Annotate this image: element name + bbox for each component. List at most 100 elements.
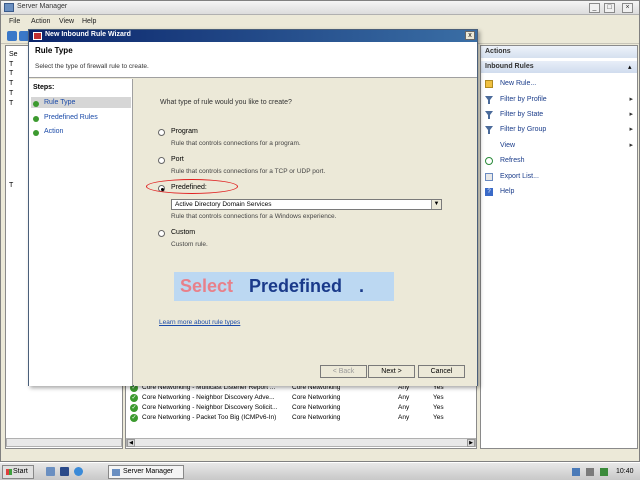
wizard-close-button[interactable]: x [465, 31, 475, 40]
menu-file[interactable]: File [9, 18, 20, 25]
server-manager-icon [4, 3, 14, 12]
highlight-annotation [146, 179, 238, 194]
rule-group: Core Networking [292, 394, 341, 401]
back-arrow-icon[interactable] [7, 31, 17, 41]
action-new-rule[interactable]: New Rule... [485, 79, 635, 90]
action-view[interactable]: View ▸ [485, 141, 635, 152]
option-program-label[interactable]: Program [171, 128, 198, 135]
chevron-down-icon[interactable]: ▼ [431, 200, 441, 209]
menu-help[interactable]: Help [82, 18, 96, 25]
rule-enabled: Yes [433, 414, 444, 421]
option-port-label[interactable]: Port [171, 156, 184, 163]
back-button[interactable]: < Back [320, 365, 367, 378]
enabled-check-icon: ✓ [130, 414, 138, 422]
predefined-rules-dropdown[interactable]: Active Directory Domain Services ▼ [171, 199, 442, 210]
rule-type-question: What type of rule would you like to crea… [160, 99, 292, 106]
instruction-callout: Select Predefined . [174, 272, 394, 301]
option-custom-desc: Custom rule. [171, 241, 208, 248]
callout-word-select: Select [180, 276, 234, 296]
tree-item[interactable]: T [9, 61, 13, 68]
minimize-button[interactable]: _ [589, 3, 600, 13]
volume-icon[interactable] [586, 468, 594, 476]
actions-section-header[interactable]: Inbound Rules [481, 61, 637, 73]
table-row[interactable]: ✓ Core Networking - Neighbor Discovery S… [130, 404, 470, 413]
window-title: Server Manager [17, 3, 68, 10]
page-subtitle: Select the type of firewall rule to crea… [35, 63, 149, 70]
cancel-button[interactable]: Cancel [418, 365, 465, 378]
taskbar: Start Server Manager 10:40 [0, 462, 640, 480]
callout-period: . [359, 276, 365, 296]
taskbar-item-server-manager[interactable]: Server Manager [108, 465, 184, 479]
filter-icon [485, 126, 493, 134]
submenu-arrow-icon: ▸ [629, 111, 633, 118]
option-predefined-desc: Rule that controls connections for a Win… [171, 213, 337, 220]
network-icon[interactable] [572, 468, 580, 476]
tree-horizontal-scrollbar[interactable] [6, 438, 122, 447]
menu-view[interactable]: View [59, 18, 74, 25]
enabled-check-icon: ✓ [130, 404, 138, 412]
action-export-list[interactable]: Export List... [485, 172, 635, 183]
rule-profile: Any [398, 414, 410, 421]
radio-port[interactable] [158, 157, 165, 164]
action-refresh[interactable]: Refresh [485, 156, 635, 167]
rule-profile: Any [398, 404, 410, 411]
tree-item[interactable]: T [9, 80, 13, 87]
list-horizontal-scrollbar[interactable]: ◀ ▶ [126, 438, 476, 447]
powershell-icon[interactable] [60, 467, 69, 476]
rule-name: Core Networking - Neighbor Discovery Sol… [142, 404, 278, 411]
menu-action[interactable]: Action [31, 18, 50, 25]
action-filter-by-group[interactable]: Filter by Group ▸ [485, 125, 635, 136]
option-custom-label[interactable]: Custom [171, 229, 195, 236]
maximize-button[interactable]: □ [604, 3, 615, 13]
clock[interactable]: 10:40 [616, 468, 634, 475]
filter-icon [485, 111, 493, 119]
wizard-header: Rule Type Select the type of firewall ru… [29, 42, 477, 78]
page-title: Rule Type [35, 46, 73, 55]
callout-word-predefined: Predefined [249, 276, 343, 296]
actions-pane: Actions Inbound Rules ▴ New Rule... Filt… [480, 45, 638, 449]
radio-program[interactable] [158, 129, 165, 136]
internet-explorer-icon[interactable] [74, 467, 83, 476]
server-manager-quicklaunch-icon[interactable] [46, 467, 55, 476]
submenu-arrow-icon: ▸ [629, 96, 633, 103]
new-inbound-rule-wizard: New Inbound Rule Wizard x Rule Type Sele… [28, 29, 478, 386]
action-help[interactable]: ? Help [485, 187, 635, 198]
rule-enabled: Yes [433, 404, 444, 411]
step-bullet-icon [33, 116, 39, 122]
help-icon: ? [485, 188, 493, 196]
tree-item[interactable]: Se [9, 51, 18, 58]
collapse-section-icon[interactable]: ▴ [628, 63, 632, 71]
close-button[interactable]: × [622, 3, 633, 13]
start-button[interactable]: Start [2, 465, 34, 479]
action-filter-by-profile[interactable]: Filter by Profile ▸ [485, 95, 635, 106]
start-label: Start [13, 468, 28, 475]
learn-more-link[interactable]: Learn more about rule types [159, 319, 240, 326]
next-button[interactable]: Next > [368, 365, 415, 378]
title-bar: Server Manager _ □ × [1, 1, 639, 15]
wizard-content: What type of rule would you like to crea… [134, 79, 477, 386]
tree-item[interactable]: T [9, 70, 13, 77]
rule-name: Core Networking - Packet Too Big (ICMPv6… [142, 414, 277, 421]
tree-item[interactable]: T [9, 182, 13, 189]
step-bullet-icon [33, 101, 39, 107]
steps-pane: Steps: Rule Type Predefined Rules Action [29, 79, 133, 386]
option-program-desc: Rule that controls connections for a pro… [171, 140, 301, 147]
new-rule-icon [485, 80, 493, 88]
tree-item[interactable]: T [9, 90, 13, 97]
submenu-arrow-icon: ▸ [629, 126, 633, 133]
menu-bar: File Action View Help [1, 16, 639, 28]
dropdown-value: Active Directory Domain Services [175, 201, 272, 208]
table-row[interactable]: ✓ Core Networking - Packet Too Big (ICMP… [130, 414, 470, 423]
export-icon [485, 173, 493, 181]
radio-custom[interactable] [158, 230, 165, 237]
server-manager-icon [112, 469, 120, 476]
table-row[interactable]: ✓ Core Networking - Neighbor Discovery A… [130, 394, 470, 403]
wizard-title-bar: New Inbound Rule Wizard x [29, 30, 477, 42]
scroll-right-icon[interactable]: ▶ [467, 439, 475, 447]
filter-icon [485, 96, 493, 104]
steps-label: Steps: [33, 84, 55, 91]
scroll-left-icon[interactable]: ◀ [127, 439, 135, 447]
tree-item[interactable]: T [9, 100, 13, 107]
action-filter-by-state[interactable]: Filter by State ▸ [485, 110, 635, 121]
tray-icon[interactable] [600, 468, 608, 476]
